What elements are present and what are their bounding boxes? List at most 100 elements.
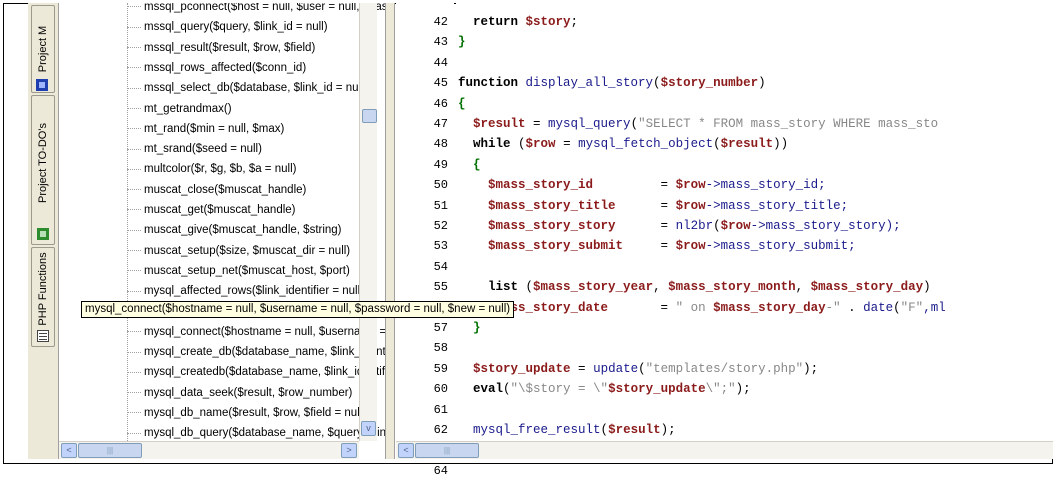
tree-item[interactable]: mysql_createdb($database_name, $link_ide… [59, 362, 385, 382]
tab-project-todos-label: Project TO-DO's [37, 122, 49, 203]
tree-item-label: muscat_get($muscat_handle) [144, 204, 296, 216]
editor-hscroll-thumb[interactable]: ||| [415, 443, 479, 458]
tree-item[interactable]: muscat_give($muscat_handle, $string) [59, 220, 342, 240]
line-number: 61 [433, 402, 448, 417]
tree-scroll-thumb[interactable] [362, 109, 377, 123]
code-token: eval [473, 382, 504, 397]
function-signature-tooltip: mysql_connect($hostname = null, $usernam… [81, 301, 515, 318]
tree-item-label: mssql_rows_affected($conn_id) [144, 61, 307, 74]
line-number: 52 [433, 219, 448, 233]
tree-item[interactable]: mt_rand($min = null, $max) [59, 119, 284, 139]
line-number: 51 [433, 198, 448, 213]
code-token: $result [720, 137, 774, 152]
tree-item[interactable]: mysql_create_db($database_name, $link_id… [59, 342, 385, 362]
code-token: mysql_fetch_object [578, 137, 714, 152]
tree-vertical-scrollbar[interactable]: v [359, 3, 377, 441]
code-token: ->mass_story_title; [705, 198, 849, 213]
editor-horizontal-scrollbar[interactable]: < ||| [396, 441, 1053, 459]
panel-splitter[interactable] [385, 3, 395, 459]
code-token: update [593, 361, 639, 376]
tree-item-label: mysql_createdb($database_name, $link_ide… [144, 366, 385, 379]
code-token: = [623, 239, 676, 254]
line-number: 48 [433, 137, 448, 152]
tree-horizontal-scrollbar[interactable]: < ||| > [59, 441, 359, 459]
code-token: ; [570, 15, 579, 29]
code-token: ( [525, 280, 534, 295]
tree-item-label: mssql_result($result, $row, $field) [144, 41, 316, 54]
tree-item[interactable]: muscat_setup_net($muscat_host, $port) [59, 261, 350, 281]
php-functions-tree[interactable]: mssql_pconnect($host = null, $user = nul… [59, 3, 385, 441]
tree-scroll-down-button[interactable]: v [361, 421, 376, 436]
tree-item[interactable]: mssql_result($result, $row, $field) [59, 38, 315, 58]
code-token: , [795, 280, 811, 295]
code-token: function [458, 76, 526, 91]
tree-item-label: muscat_setup($size, $muscat_dir = null) [144, 244, 351, 257]
tree-item[interactable]: mysql_connect($hostname = null, $usernam… [59, 322, 385, 342]
tree-scroll-left-button[interactable]: < [61, 443, 77, 458]
tree-scroll-right-button[interactable]: > [341, 443, 357, 458]
tree-item-label: mysql_affected_rows($link_identifier = n… [144, 285, 364, 298]
tree-item-label: mt_srand($seed = null) [144, 143, 262, 156]
tab-php-functions[interactable]: PHP Functions [31, 247, 55, 347]
tree-item[interactable]: mssql_pconnect($host = null, $user = nul… [59, 3, 385, 17]
editor-scroll-left-button[interactable]: < [398, 443, 414, 458]
tree-hscroll-thumb[interactable]: ||| [78, 443, 142, 458]
tree-item[interactable]: mysql_data_seek($result, $row_number) [59, 383, 352, 403]
code-line: $mass_story_title = $row->mass_story_tit… [458, 196, 848, 216]
code-token: $mass_story_month [668, 280, 796, 295]
tree-connector [127, 168, 141, 170]
tree-item[interactable]: muscat_close($muscat_handle) [59, 180, 306, 200]
tree-item[interactable]: mysql_db_name($result, $row, $field = nu… [59, 403, 366, 423]
code-token: . [840, 300, 864, 315]
line-number: 42 [433, 15, 448, 29]
code-token: $row [720, 219, 751, 233]
code-token: ( [713, 137, 721, 152]
code-token: = [593, 178, 676, 193]
code-line: $result = mysql_query("SELECT * FROM mas… [458, 114, 938, 134]
tree-item[interactable]: mssql_query($query, $link_id = null) [59, 17, 328, 37]
code-token: = [555, 137, 579, 152]
tree-item[interactable]: mt_getrandmax() [59, 99, 232, 119]
tree-connector [127, 250, 141, 252]
tree-item-label: mssql_query($query, $link_id = null) [144, 21, 328, 34]
tree-connector [127, 148, 141, 150]
code-line: list ($mass_story_year, $mass_story_mont… [458, 277, 931, 297]
line-number: 50 [433, 178, 448, 193]
tree-item[interactable]: mssql_select_db($database, $link_id = nu… [59, 78, 367, 98]
code-token: ( [600, 423, 609, 437]
tree-connector [127, 290, 141, 292]
code-editor[interactable]: return $story;} function display_all_stor… [456, 3, 1053, 441]
tree-item[interactable]: muscat_setup($size, $muscat_dir = null) [59, 241, 350, 261]
code-token: ( [653, 76, 661, 91]
code-token: $story [525, 15, 571, 29]
tree-item[interactable]: mysql_db_query($database_name, $query, $… [59, 423, 385, 441]
tree-item[interactable]: mt_srand($seed = null) [59, 139, 262, 159]
code-token: , [653, 280, 669, 295]
code-token: ,ml [923, 300, 946, 315]
project-icon [36, 79, 48, 91]
code-token: "templates/story.php" [645, 361, 804, 376]
code-line: while ($row = mysql_fetch_object($result… [458, 134, 788, 154]
tree-item[interactable]: multcolor($r, $g, $b, $a = null) [59, 159, 296, 179]
code-token: $row [675, 239, 706, 254]
code-line: $mass_story_story = nl2br($row->mass_sto… [458, 216, 901, 236]
tree-connector [127, 209, 141, 211]
tree-item[interactable]: muscat_get($muscat_handle) [59, 200, 296, 220]
line-number: 60 [433, 382, 448, 397]
tree-item-label: mysql_db_name($result, $row, $field = nu… [144, 407, 367, 419]
tree-connector [127, 270, 141, 272]
code-token: -" [825, 300, 841, 315]
tree-item-label: mt_rand($min = null, $max) [144, 122, 285, 135]
tree-connector [127, 189, 141, 191]
tree-item[interactable]: mysql_affected_rows($link_identifier = n… [59, 281, 364, 301]
code-token: "\$story = \" [510, 382, 609, 397]
tab-project-todos[interactable]: Project TO-DO's [31, 95, 55, 245]
line-number: 44 [433, 55, 448, 70]
tree-connector [127, 392, 141, 394]
code-token: while [473, 137, 519, 152]
code-token: ->mass_story_id; [705, 178, 826, 193]
tree-item[interactable]: mssql_rows_affected($conn_id) [59, 58, 306, 78]
